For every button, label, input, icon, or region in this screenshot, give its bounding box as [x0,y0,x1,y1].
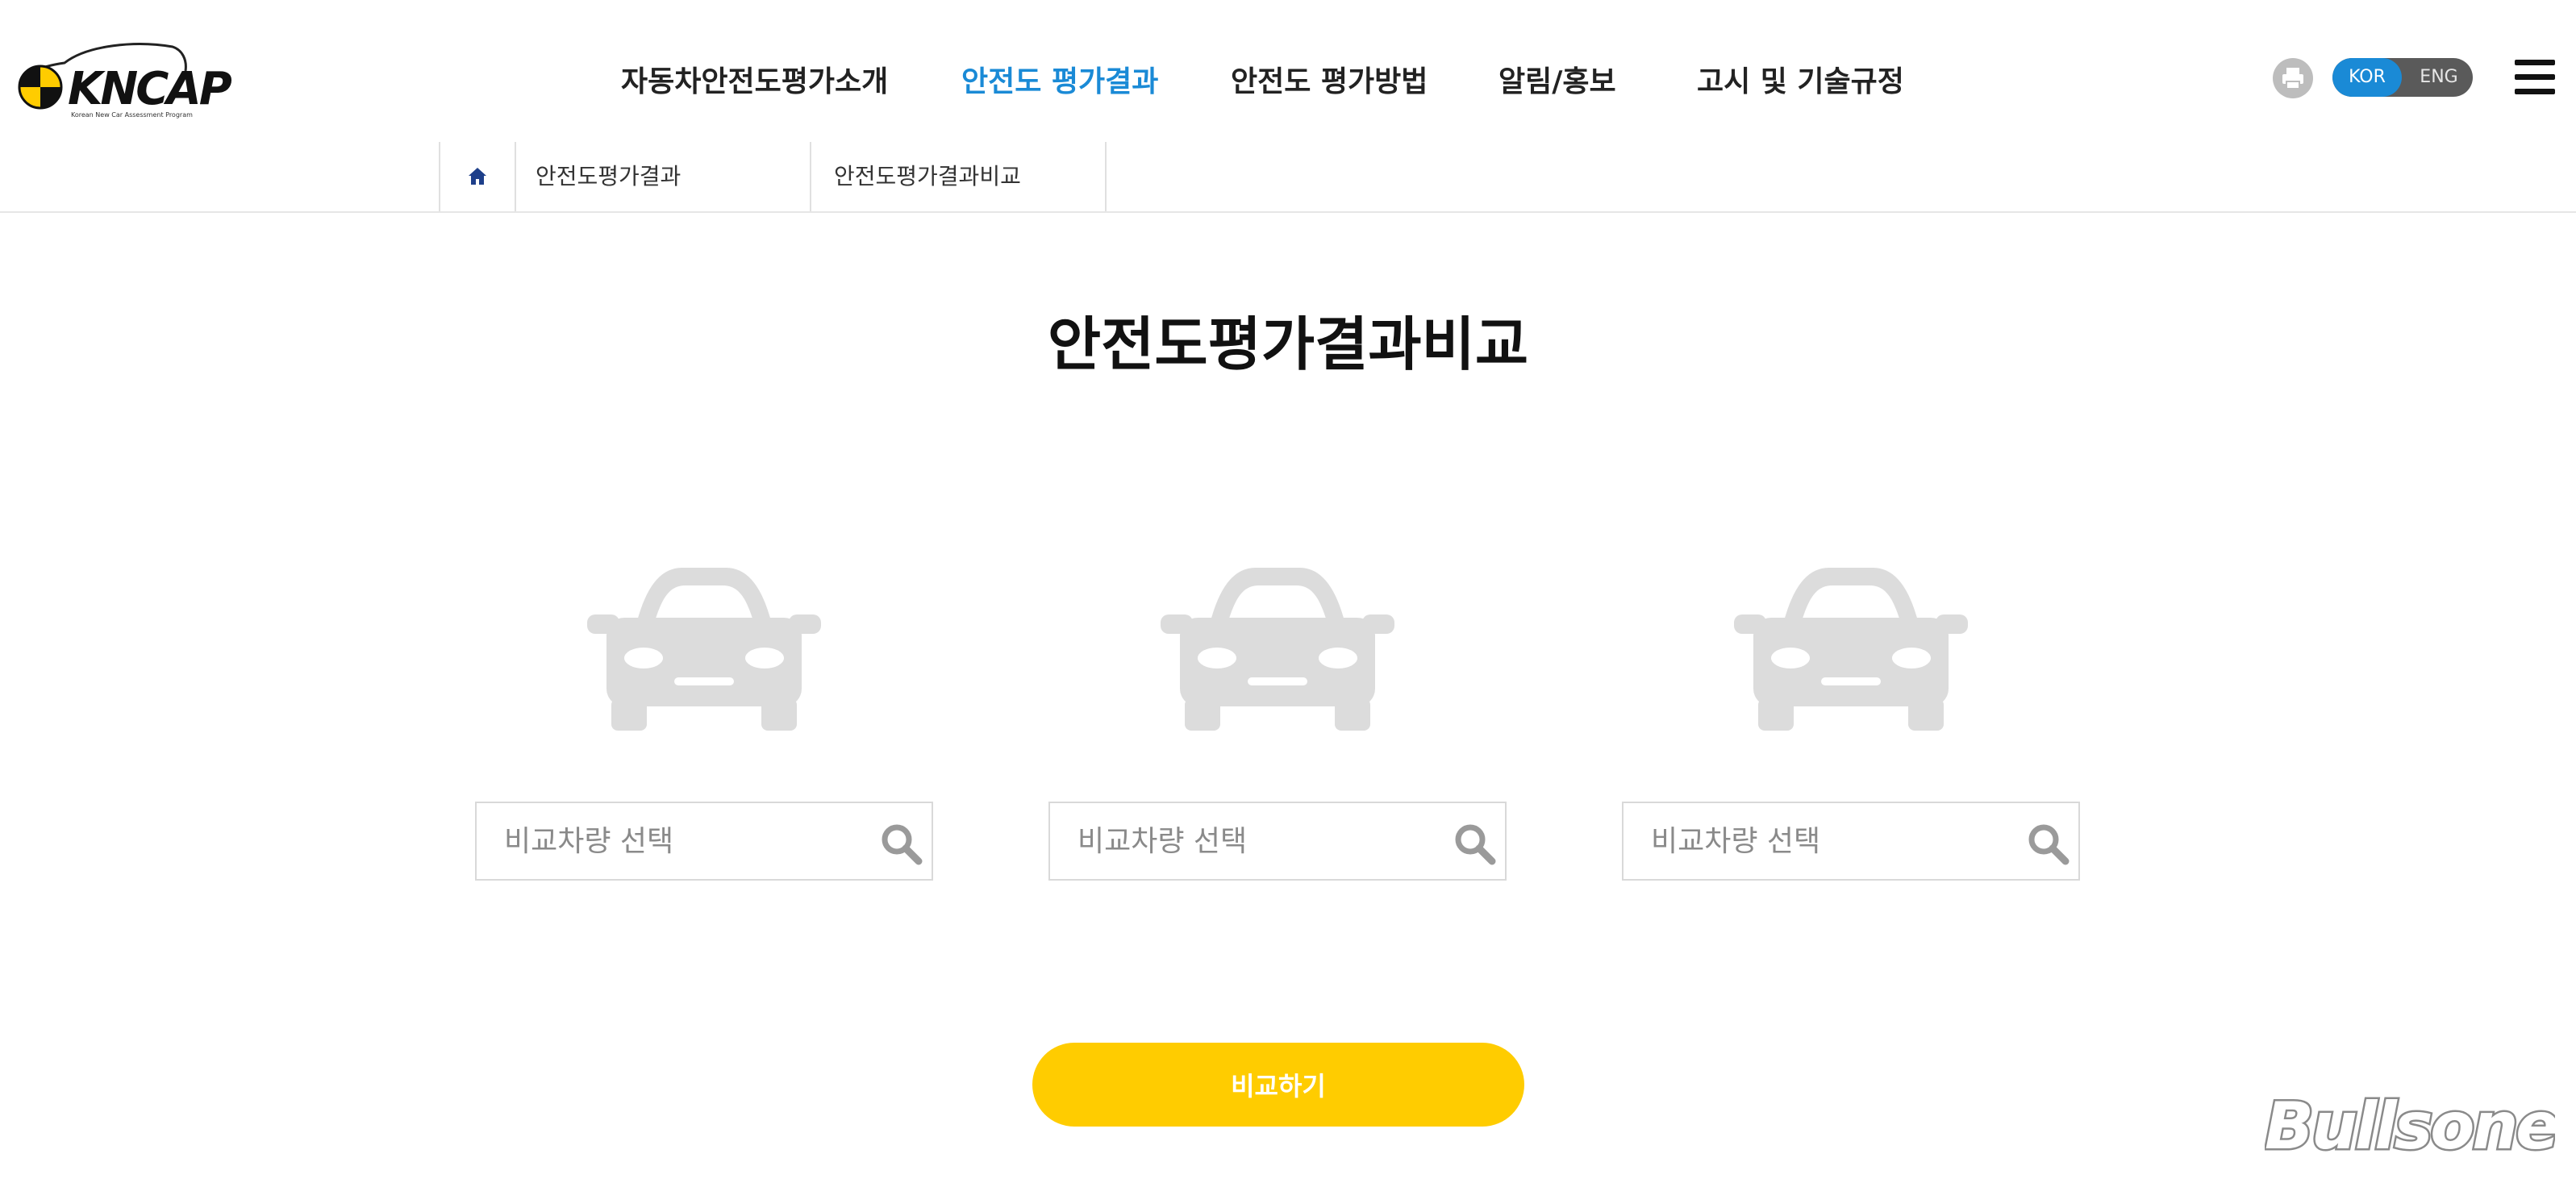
bullsone-watermark-logo: Bullsone [2265,1090,2555,1163]
search-icon[interactable] [1450,819,1498,868]
nav-item-intro[interactable]: 자동차안전도평가소개 [621,58,888,100]
vehicle-select-1 [475,802,933,881]
menu-bar [2515,60,2555,65]
print-button[interactable] [2273,58,2313,98]
print-icon [2282,68,2303,90]
site-header: KNCAP Korean New Car Assessment Program … [0,0,2576,144]
lang-kor-button[interactable]: KOR [2332,58,2402,97]
menu-bar [2515,89,2555,94]
main-nav: 자동차안전도평가소개 안전도 평가결과 안전도 평가방법 알림/홍보 고시 및 … [0,0,2576,142]
breadcrumb-label: 안전도평가결과 [536,163,682,190]
nav-item-results[interactable]: 안전도 평가결과 [961,58,1158,100]
breadcrumb: 안전도평가결과 안전도평가결과비교 [0,142,2576,213]
menu-bar [2515,74,2555,80]
hamburger-menu-icon[interactable] [2515,60,2555,95]
breadcrumb-home[interactable] [439,142,516,211]
breadcrumb-label: 안전도평가결과비교 [834,163,1021,190]
nav-item-methods[interactable]: 안전도 평가방법 [1231,58,1428,100]
car-icon [587,568,821,731]
language-toggle: KOR ENG [2332,58,2473,97]
vehicle-select-2 [1048,802,1507,881]
watermark-text: Bullsone [2265,1090,2555,1163]
vehicle-select-input-2[interactable] [1050,803,1437,879]
home-icon [469,168,486,185]
search-icon[interactable] [877,819,925,868]
lang-eng-button[interactable]: ENG [2405,58,2473,97]
search-icon[interactable] [2024,819,2072,868]
breadcrumb-item-results[interactable]: 안전도평가결과 [513,142,811,211]
vehicle-select-3 [1622,802,2080,881]
vehicle-select-input-3[interactable] [1624,803,2011,879]
car-icon [1161,568,1394,731]
nav-item-regulations[interactable]: 고시 및 기술규정 [1697,58,1904,100]
compare-button[interactable]: 비교하기 [1032,1043,1524,1127]
page-title: 안전도평가결과비교 [1047,310,1529,378]
breadcrumb-item-compare[interactable]: 안전도평가결과비교 [811,142,1107,211]
nav-item-news[interactable]: 알림/홍보 [1498,58,1616,100]
car-icon [1734,568,1968,731]
vehicle-select-input-1[interactable] [477,803,864,879]
